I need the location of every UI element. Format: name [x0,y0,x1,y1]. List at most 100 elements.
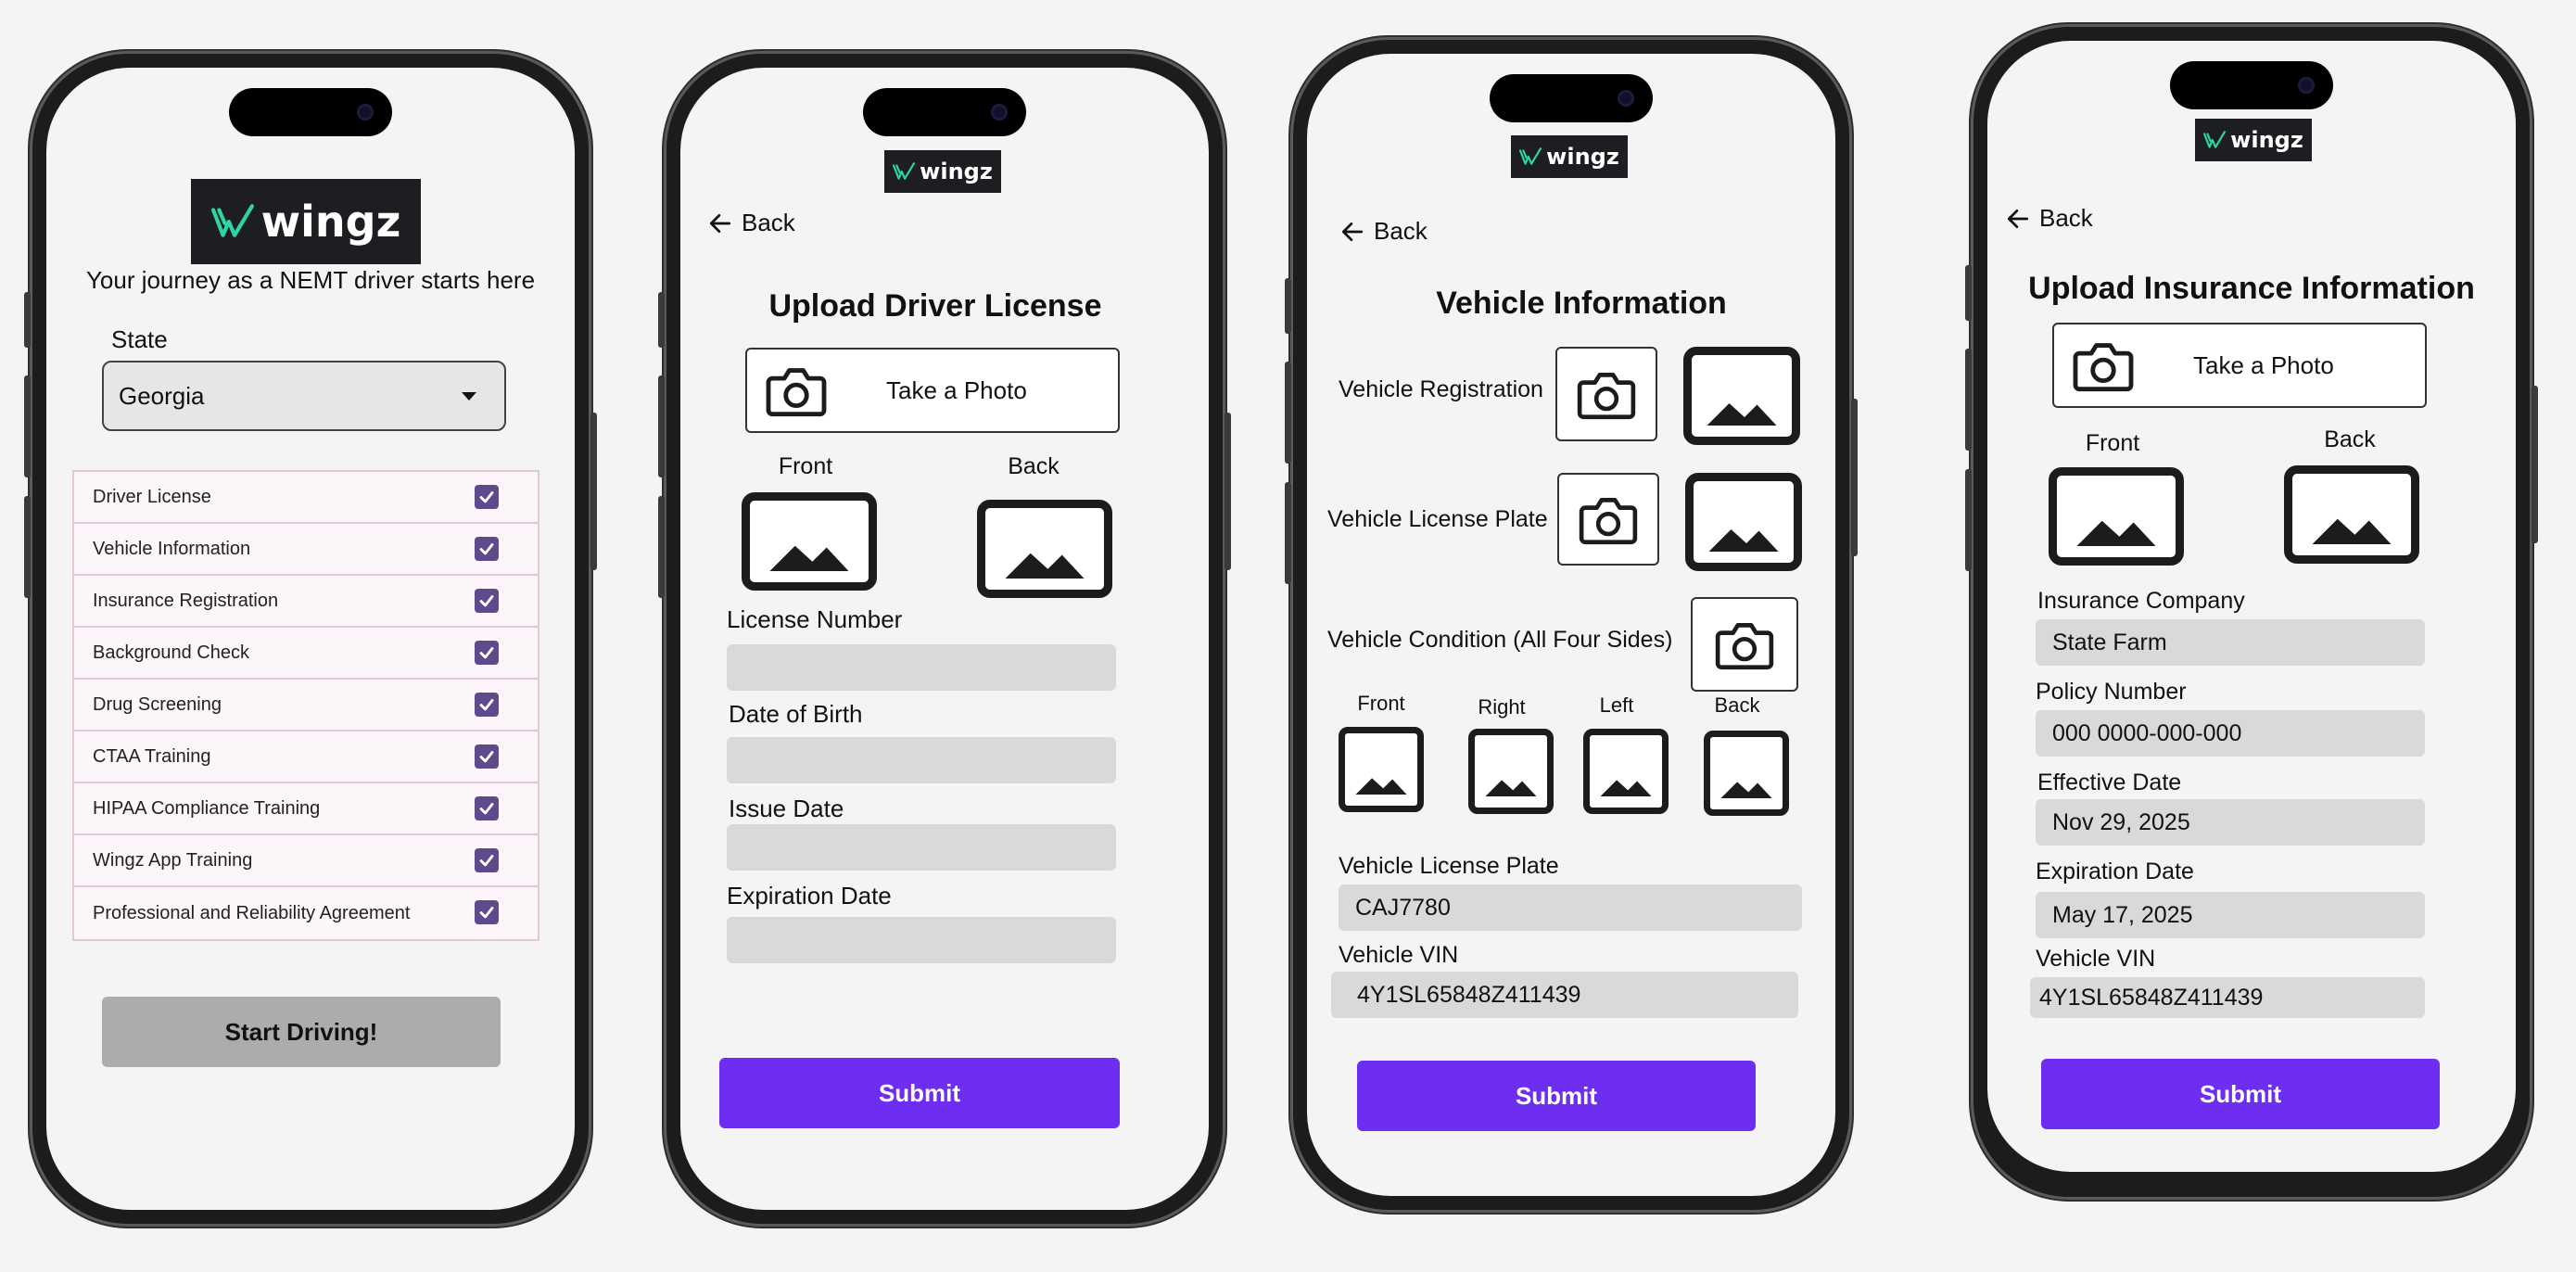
back-label: Back [742,209,795,236]
wingz-wing-icon [893,161,915,182]
back-image-upload[interactable] [2284,465,2419,564]
back-side-image-upload[interactable] [1704,731,1789,816]
registration-image-upload[interactable] [1683,347,1800,445]
checklist-item-label: Background Check [93,642,249,663]
logo-text: wingz [260,197,401,247]
checklist-item-background-check[interactable]: Background Check [74,628,538,680]
front-image-upload[interactable] [2049,467,2184,566]
state-label: State [111,325,168,353]
left-side-image-upload[interactable] [1583,729,1669,814]
submit-button[interactable]: Submit [1357,1061,1756,1131]
date-of-birth-label: Date of Birth [729,700,863,728]
checklist-item-ctaa-training[interactable]: CTAA Training [74,731,538,783]
logo-text: wingz [920,159,993,184]
expiration-date-input[interactable] [727,917,1116,963]
checklist-item-drug-screening[interactable]: Drug Screening [74,680,538,731]
requirements-checklist: Driver License Vehicle Information Insur… [72,470,539,941]
camera-icon [1578,492,1639,546]
back-button[interactable]: Back [1340,217,1428,246]
condition-camera-button[interactable] [1691,597,1798,692]
arrow-left-icon [1340,220,1364,244]
side-button [590,413,597,570]
license-plate-camera-button[interactable] [1557,473,1659,566]
image-placeholder-icon [1599,776,1653,796]
take-photo-label: Take a Photo [2193,350,2334,379]
right-side-image-upload[interactable] [1468,729,1554,814]
side-button [24,375,31,477]
checkbox-checked-icon[interactable] [475,900,499,924]
image-placeholder-icon [2070,515,2163,546]
checklist-item-reliability-agreement[interactable]: Professional and Reliability Agreement [74,887,538,939]
state-select[interactable]: Georgia [102,361,506,431]
issue-date-input[interactable] [727,824,1116,871]
insurance-company-label: Insurance Company [2037,588,2245,614]
checklist-item-hipaa-training[interactable]: HIPAA Compliance Training [74,783,538,835]
side-front-label: Front [1357,692,1405,715]
vin-input[interactable]: 4Y1SL65848Z411439 [1331,972,1798,1018]
front-side-image-upload[interactable] [1339,727,1424,812]
dynamic-island [2170,61,2333,109]
start-driving-button[interactable]: Start Driving! [102,997,501,1067]
registration-camera-button[interactable] [1555,347,1657,441]
image-placeholder-icon [1719,778,1773,798]
side-button [1285,278,1291,334]
insurance-company-input[interactable]: State Farm [2036,619,2425,666]
checklist-item-label: Wingz App Training [93,849,253,871]
page-title: Upload Driver License [768,288,1102,324]
checklist-item-driver-license[interactable]: Driver License [74,472,538,524]
back-image-upload[interactable] [977,500,1112,598]
license-number-label: License Number [727,605,903,633]
checklist-item-vehicle-information[interactable]: Vehicle Information [74,524,538,576]
checkbox-checked-icon[interactable] [475,744,499,769]
side-button [24,292,31,348]
tagline: Your journey as a NEMT driver starts her… [85,266,536,294]
vehicle-vin-label: Vehicle VIN [2036,946,2156,972]
wingz-logo: wingz [1511,135,1628,178]
checkbox-checked-icon[interactable] [475,641,499,665]
take-photo-label: Take a Photo [886,375,1027,404]
checkbox-checked-icon[interactable] [475,485,499,509]
back-label: Back [1374,217,1428,245]
checklist-item-insurance-registration[interactable]: Insurance Registration [74,576,538,628]
image-placeholder-icon [763,540,856,571]
checkbox-checked-icon[interactable] [475,848,499,872]
checklist-item-label: HIPAA Compliance Training [93,797,321,819]
side-button [1965,265,1972,321]
image-placeholder-icon [1354,774,1408,795]
effective-date-label: Effective Date [2037,770,2182,795]
license-plate-input[interactable]: CAJ7780 [1339,884,1802,931]
vehicle-vin-input[interactable]: 4Y1SL65848Z411439 [2030,977,2425,1018]
dynamic-island [863,88,1026,136]
back-button[interactable]: Back [2006,204,2093,233]
submit-button[interactable]: Submit [719,1058,1120,1128]
screen-driver-license: wingz Back Upload Driver License Take a … [680,68,1209,1210]
take-photo-button[interactable]: Take a Photo [745,348,1120,433]
side-button [1285,482,1291,584]
checkbox-checked-icon[interactable] [475,537,499,561]
expiration-date-input[interactable]: May 17, 2025 [2036,892,2425,938]
policy-number-label: Policy Number [2036,679,2187,705]
side-button [658,292,665,348]
date-of-birth-input[interactable] [727,737,1116,783]
front-image-upload[interactable] [742,492,877,591]
effective-date-input[interactable]: Nov 29, 2025 [2036,799,2425,846]
submit-button[interactable]: Submit [2041,1059,2440,1129]
checkbox-checked-icon[interactable] [475,693,499,717]
vehicle-registration-label: Vehicle Registration [1339,376,1543,402]
back-button[interactable]: Back [708,209,795,237]
take-photo-button[interactable]: Take a Photo [2052,323,2427,408]
side-right-label: Right [1478,695,1526,719]
policy-number-input[interactable]: 000 0000-000-000 [2036,710,2425,757]
checkbox-checked-icon[interactable] [475,796,499,820]
license-plate-image-upload[interactable] [1685,473,1802,571]
side-button [1225,413,1231,570]
image-placeholder-icon [998,547,1091,579]
license-number-input[interactable] [727,644,1116,691]
checklist-item-wingz-app-training[interactable]: Wingz App Training [74,835,538,887]
side-button [658,496,665,598]
camera-icon [764,363,829,418]
checkbox-checked-icon[interactable] [475,589,499,613]
side-left-label: Left [1599,693,1634,717]
side-button [1285,362,1291,464]
vehicle-condition-label: Vehicle Condition (All Four Sides) [1327,627,1673,653]
